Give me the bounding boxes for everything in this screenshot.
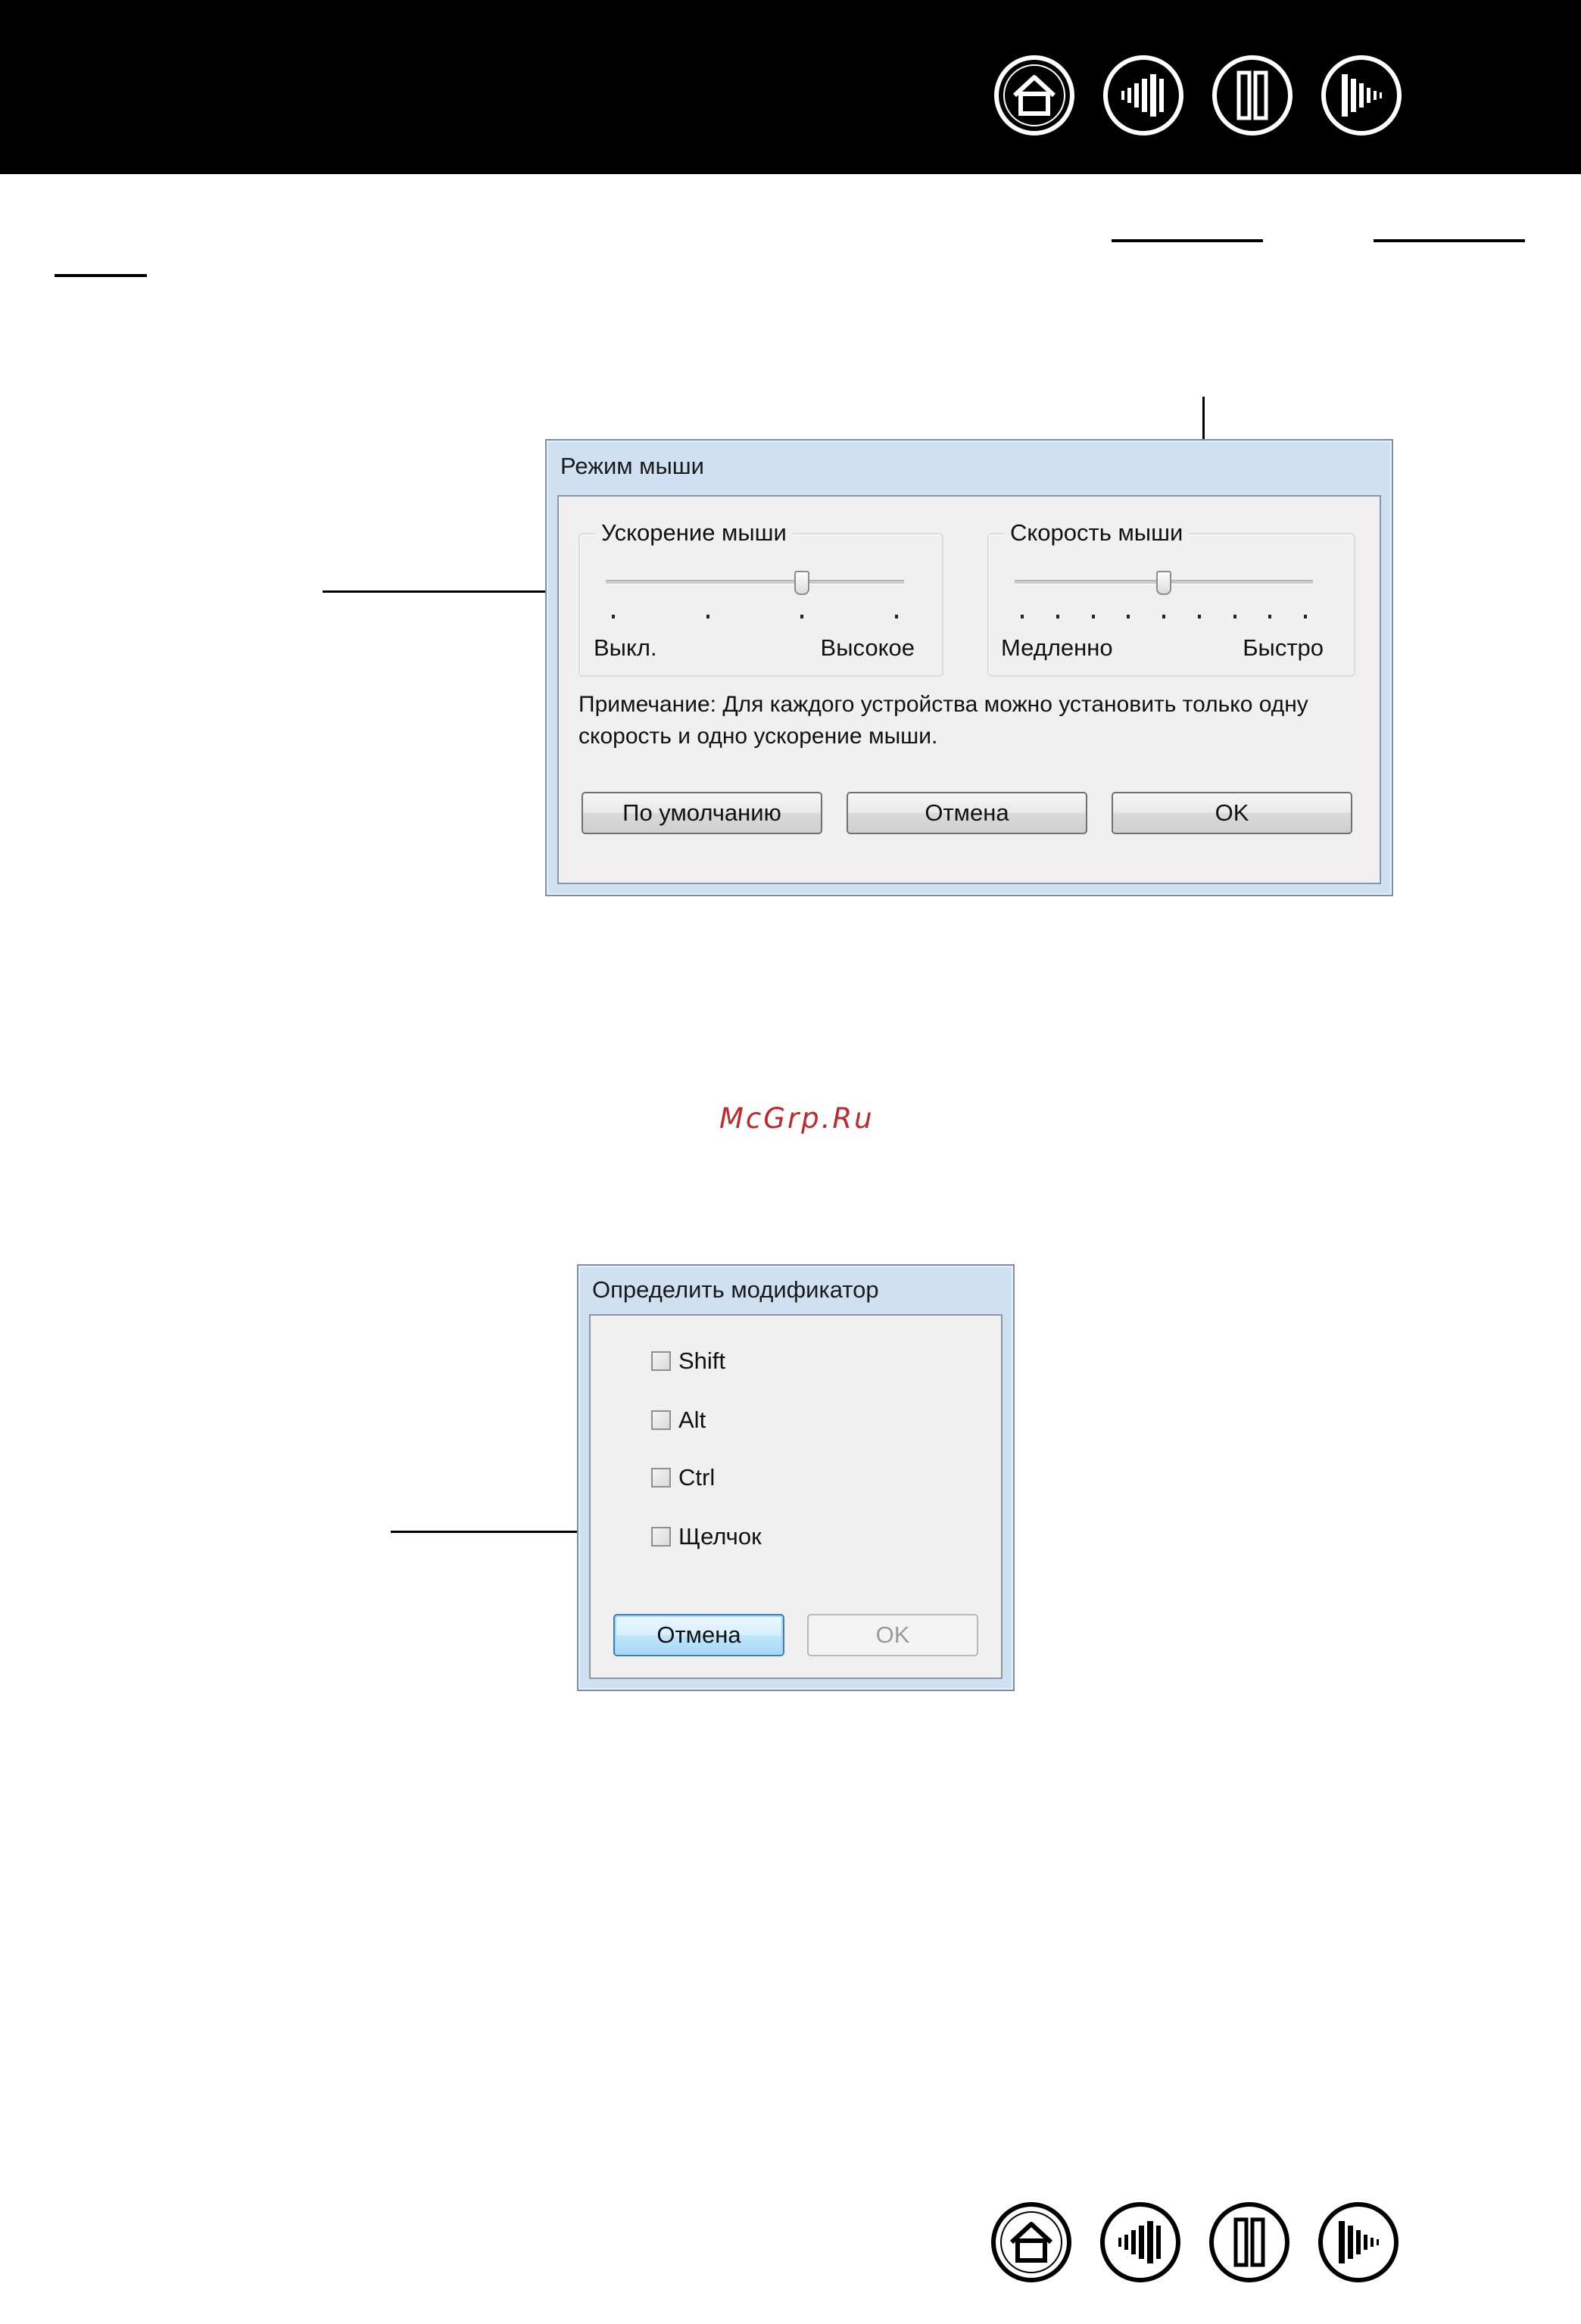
slider-tick (1197, 615, 1201, 618)
speed-slider-thumb[interactable] (1156, 571, 1171, 595)
top-navigation (992, 53, 1404, 138)
next-icon[interactable] (1316, 2200, 1401, 2285)
default-button[interactable]: По умолчанию (582, 792, 822, 834)
dialog-body: Shift Alt Ctrl Щелчок Отмена OK (589, 1314, 1003, 1679)
acceleration-min-label: Выкл. (594, 634, 657, 661)
watermark: McGrp.Ru (719, 1102, 875, 1135)
home-icon[interactable] (989, 2200, 1074, 2285)
speed-max-label: Быстро (1243, 634, 1324, 661)
home-icon[interactable] (992, 53, 1077, 138)
shift-checkbox[interactable]: Shift (651, 1347, 725, 1375)
checkbox-box[interactable] (651, 1468, 671, 1488)
next-icon[interactable] (1319, 53, 1404, 138)
link-underline[interactable] (1374, 239, 1525, 242)
ctrl-checkbox[interactable]: Ctrl (651, 1464, 715, 1491)
checkbox-box[interactable] (651, 1527, 671, 1547)
ok-button[interactable]: OK (1112, 792, 1352, 834)
index-icon[interactable] (1207, 2200, 1292, 2285)
acceleration-group: Ускорение мыши Выкл. Высокое (578, 519, 943, 677)
checkbox-label: Shift (678, 1347, 726, 1374)
slider-tick (1091, 615, 1095, 618)
acceleration-slider-thumb[interactable] (794, 571, 810, 595)
contents-icon[interactable] (1098, 2200, 1183, 2285)
acceleration-group-label: Ускорение мыши (595, 519, 793, 547)
link-underline[interactable] (55, 274, 147, 277)
index-icon[interactable] (1210, 53, 1295, 138)
checkbox-box[interactable] (651, 1351, 671, 1371)
slider-tick (1268, 615, 1272, 618)
speed-group: Скорость мыши Медленно Быстро (987, 519, 1355, 677)
acceleration-max-label: Высокое (820, 634, 915, 661)
alt-checkbox[interactable]: Alt (651, 1407, 706, 1434)
slider-tick (1127, 615, 1130, 618)
checkbox-label: Щелчок (678, 1523, 762, 1550)
slider-tick (706, 615, 709, 618)
dialog-title: Режим мыши (560, 453, 704, 479)
contents-icon[interactable] (1101, 53, 1186, 138)
cancel-button[interactable]: Отмена (613, 1614, 784, 1656)
slider-tick (612, 615, 615, 618)
speed-group-label: Скорость мыши (1004, 519, 1190, 547)
slider-tick (1162, 615, 1165, 618)
dialog-body: Ускорение мыши Выкл. Высокое Скорость мы… (557, 495, 1381, 884)
ok-button: OK (807, 1614, 978, 1656)
link-underline[interactable] (1112, 239, 1263, 242)
slider-tick (1233, 615, 1236, 618)
dialog-title: Определить модификатор (592, 1276, 879, 1303)
checkbox-box[interactable] (651, 1410, 671, 1430)
acceleration-slider-track[interactable] (606, 580, 904, 584)
mouse-mode-dialog: Режим мыши Ускорение мыши Выкл. Высокое … (545, 439, 1393, 896)
slider-tick (1056, 615, 1059, 618)
cancel-button[interactable]: Отмена (847, 792, 1087, 834)
note-text: Примечание: Для каждого устройства можно… (578, 692, 1308, 749)
checkbox-label: Ctrl (678, 1464, 716, 1491)
slider-tick (1304, 615, 1307, 618)
speed-min-label: Медленно (1001, 634, 1113, 661)
slider-tick (895, 615, 898, 618)
slider-tick (800, 615, 804, 618)
click-checkbox[interactable]: Щелчок (651, 1523, 762, 1550)
modifier-dialog: Определить модификатор Shift Alt Ctrl Ще… (577, 1264, 1015, 1691)
bottom-navigation (989, 2200, 1401, 2285)
slider-tick (1021, 615, 1024, 618)
checkbox-label: Alt (678, 1407, 706, 1433)
